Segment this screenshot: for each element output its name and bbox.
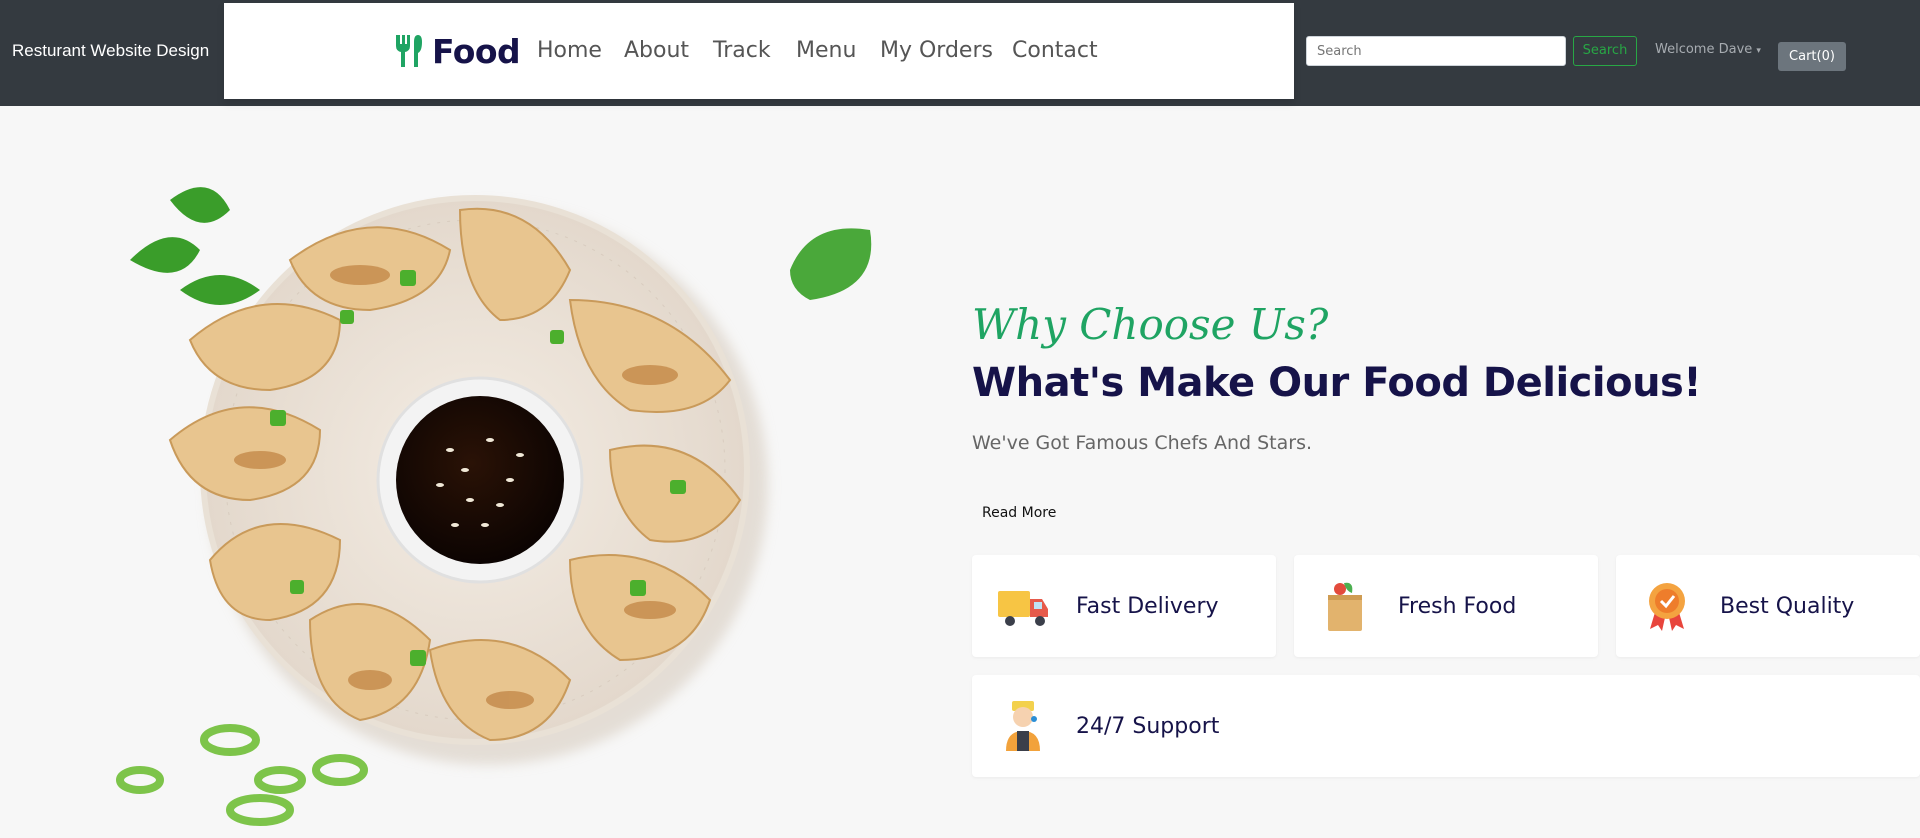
nav-contact[interactable]: Contact xyxy=(1012,37,1098,65)
section-subtitle: Why Choose Us? xyxy=(972,300,1329,349)
quality-badge-icon xyxy=(1649,583,1685,631)
section-headline: What's Make Our Food Delicious! xyxy=(972,360,1702,406)
logo-text: Food xyxy=(432,31,521,71)
feature-card-support: 24/7 Support xyxy=(972,675,1920,777)
site-title[interactable]: Resturant Website Design xyxy=(12,40,209,62)
nav-track[interactable]: Track xyxy=(713,37,771,65)
feature-card-fast-delivery: Fast Delivery xyxy=(972,555,1276,657)
user-menu-dropdown[interactable]: Welcome Dave ▾ xyxy=(1655,42,1761,57)
cart-button[interactable]: Cart(0) xyxy=(1778,42,1846,71)
caret-down-icon: ▾ xyxy=(1756,46,1761,56)
dumplings-plate-image xyxy=(116,187,872,826)
feature-label: Fresh Food xyxy=(1398,593,1517,619)
fork-knife-icon xyxy=(396,35,422,67)
feature-card-fresh-food: Fresh Food xyxy=(1294,555,1598,657)
support-agent-icon xyxy=(1006,701,1040,751)
logo[interactable]: Food xyxy=(394,31,521,71)
search-input[interactable] xyxy=(1306,36,1566,66)
read-more-button[interactable]: Read More xyxy=(982,505,1056,521)
section-tagline: We've Got Famous Chefs And Stars. xyxy=(972,432,1313,454)
delivery-truck-icon xyxy=(998,591,1048,626)
feature-card-best-quality: Best Quality xyxy=(1616,555,1920,657)
feature-label: 24/7 Support xyxy=(1076,713,1220,739)
search-button[interactable]: Search xyxy=(1573,36,1637,66)
welcome-label: Welcome Dave xyxy=(1655,42,1753,57)
nav-my-orders[interactable]: My Orders xyxy=(880,37,993,65)
top-navbar: Resturant Website Design Food Home About… xyxy=(0,0,1920,106)
grocery-bag-icon xyxy=(1328,582,1362,631)
main-nav-container: Food Home About Track Menu My Orders Con… xyxy=(224,3,1294,99)
nav-menu[interactable]: Menu xyxy=(796,37,856,65)
feature-label: Fast Delivery xyxy=(1076,593,1219,619)
nav-home[interactable]: Home xyxy=(537,37,602,65)
feature-label: Best Quality xyxy=(1720,593,1855,619)
nav-about[interactable]: About xyxy=(624,37,689,65)
